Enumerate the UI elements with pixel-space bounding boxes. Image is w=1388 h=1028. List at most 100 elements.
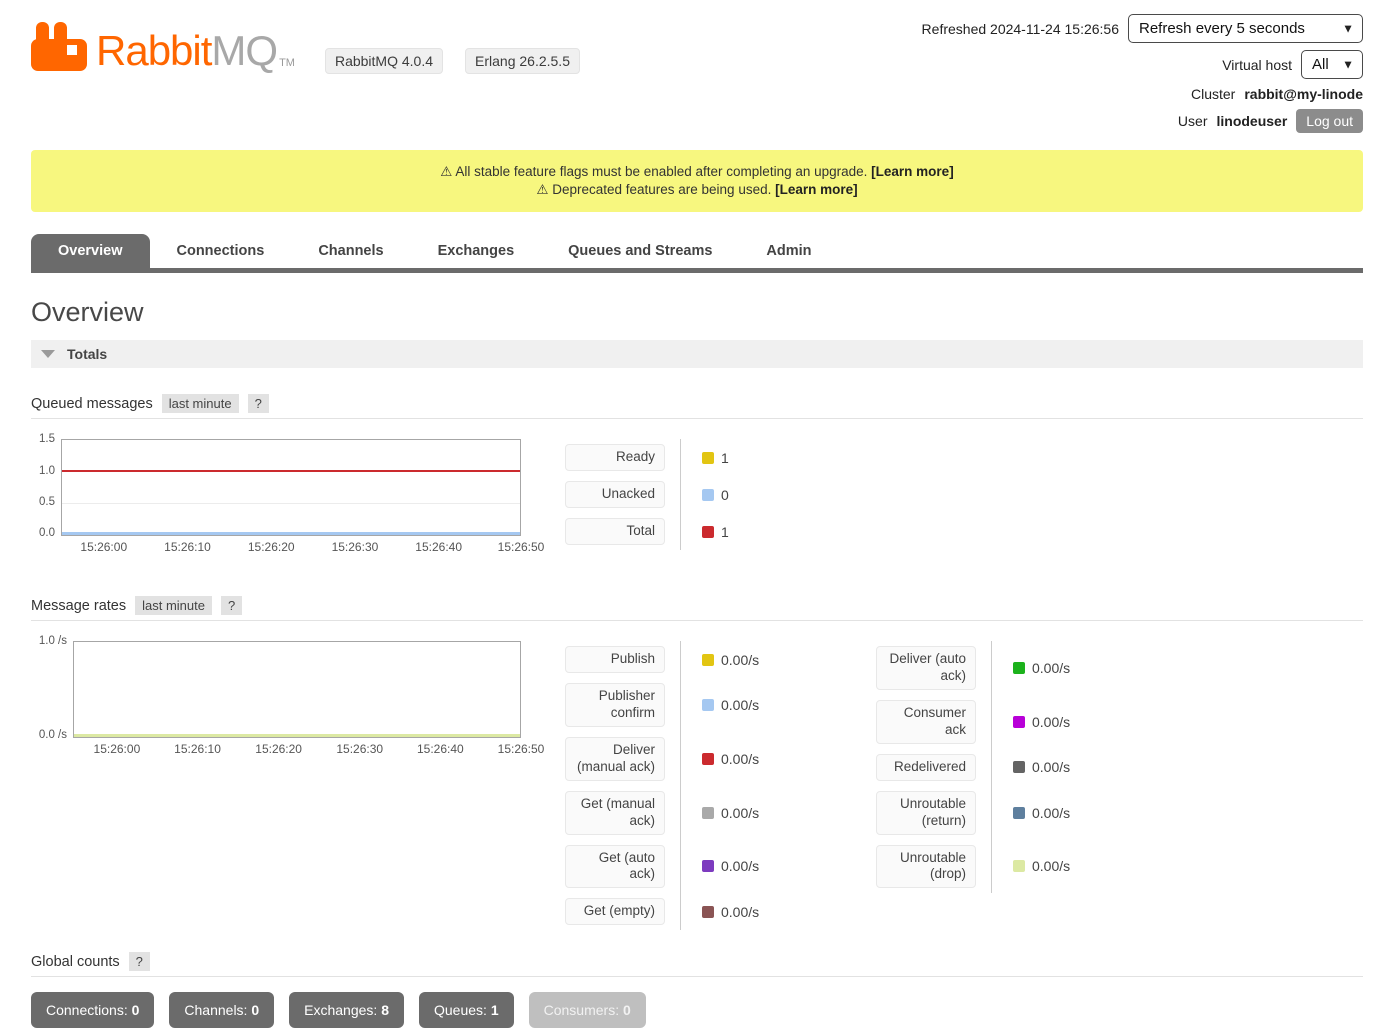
unroutable-drop-rate: 0.00/s	[1032, 858, 1070, 874]
legend-value-cell: 0.00/s	[680, 893, 776, 930]
legend-value-cell: 0	[680, 476, 776, 513]
tab-queues-and-streams[interactable]: Queues and Streams	[541, 234, 739, 268]
queued-chart-y-axis: 1.5 1.0 0.5 0.0	[31, 439, 61, 536]
header: RabbitMQ TM RabbitMQ 4.0.4 Erlang 26.2.5…	[31, 14, 1363, 140]
legend-label: Publish	[565, 646, 665, 673]
vhost-select[interactable]: All	[1301, 50, 1363, 79]
x-tick: 15:26:10	[174, 742, 221, 756]
legend-value-cell: 0.00/s	[680, 678, 776, 732]
rabbitmq-logo[interactable]: RabbitMQ TM	[31, 22, 295, 72]
tab-channels[interactable]: Channels	[291, 234, 410, 268]
global-counts-help-icon[interactable]: ?	[129, 952, 150, 971]
total-value: 1	[721, 524, 729, 540]
deprecated-learn-more-link[interactable]: [Learn more]	[775, 182, 858, 197]
x-tick: 15:26:00	[80, 540, 127, 554]
refresh-row: Refreshed 2024-11-24 15:26:56 Refresh ev…	[922, 14, 1363, 43]
x-tick: 15:26:20	[255, 742, 302, 756]
connections-count-label: Connections:	[46, 1002, 128, 1018]
redelivered-color-swatch	[1013, 761, 1025, 773]
legend-label: Get (manual ack)	[565, 791, 665, 835]
legend-label: Deliver (auto ack)	[876, 646, 976, 690]
consumers-count-button[interactable]: Consumers: 0	[529, 992, 646, 1028]
logout-button[interactable]: Log out	[1296, 109, 1363, 133]
legend-column-right: Deliver (auto ack) 0.00/s Consumer ack 0…	[876, 641, 1087, 930]
channels-count-label: Channels:	[184, 1002, 247, 1018]
legend-value-cell: 0.00/s	[680, 840, 776, 894]
totals-label: Totals	[67, 346, 107, 362]
legend-value-cell: 1	[680, 513, 776, 550]
brand-text-mq: MQ	[211, 27, 277, 74]
legend-label: Deliver (manual ack)	[565, 737, 665, 781]
global-counts-header: Global counts ?	[31, 952, 1363, 977]
consumers-count-value: 0	[623, 1002, 631, 1018]
tab-overview[interactable]: Overview	[31, 234, 150, 268]
ready-value: 1	[721, 450, 729, 466]
get-manual-rate: 0.00/s	[721, 805, 759, 821]
unacked-series-line	[62, 532, 520, 535]
x-tick: 15:26:40	[417, 742, 464, 756]
queued-range-badge[interactable]: last minute	[162, 394, 239, 413]
x-tick: 15:26:30	[336, 742, 383, 756]
y-tick: 1.0 /s	[39, 635, 67, 647]
version-badges: RabbitMQ 4.0.4 Erlang 26.2.5.5	[325, 48, 580, 74]
cluster-label: Cluster	[1191, 86, 1235, 102]
queued-messages-block: 1.5 1.0 0.5 0.0 15:26:00 15:26:10 15:26:…	[31, 439, 1363, 556]
legend-label: Get (auto ack)	[565, 845, 665, 889]
legend-column-left: Publish 0.00/s Publisher confirm 0.00/s …	[565, 641, 776, 930]
deliver-auto-rate: 0.00/s	[1032, 660, 1070, 676]
main-navigation: Overview Connections Channels Exchanges …	[31, 234, 1363, 273]
connections-count-button[interactable]: Connections: 0	[31, 992, 154, 1028]
unacked-value: 0	[721, 487, 729, 503]
publisher-confirm-rate: 0.00/s	[721, 697, 759, 713]
warning-banner: ⚠ All stable feature flags must be enabl…	[31, 150, 1363, 212]
rates-range-badge[interactable]: last minute	[135, 596, 212, 615]
y-tick: 1.0	[39, 465, 55, 477]
channels-count-button[interactable]: Channels: 0	[169, 992, 274, 1028]
x-tick: 15:26:30	[332, 540, 379, 554]
legend-column: Ready 1 Unacked 0 Total	[565, 439, 776, 550]
legend-value-cell: 0.00/s	[991, 695, 1087, 749]
vhost-select-wrap: All ▼	[1301, 50, 1363, 79]
queued-help-icon[interactable]: ?	[248, 394, 269, 413]
legend-label: Redelivered	[876, 754, 976, 781]
rabbit-icon	[31, 22, 88, 72]
vhost-row: Virtual host All ▼	[922, 50, 1363, 79]
feature-flags-learn-more-link[interactable]: [Learn more]	[871, 164, 954, 179]
legend-row-publisher-confirm: Publisher confirm 0.00/s	[565, 678, 776, 732]
message-rates-title: Message rates	[31, 598, 126, 614]
message-rates-legend: Publish 0.00/s Publisher confirm 0.00/s …	[565, 641, 1087, 930]
tab-admin[interactable]: Admin	[739, 234, 838, 268]
unacked-color-swatch	[702, 489, 714, 501]
total-color-swatch	[702, 526, 714, 538]
exchanges-count-button[interactable]: Exchanges: 8	[289, 992, 404, 1028]
legend-label: Get (empty)	[565, 898, 665, 925]
tab-exchanges[interactable]: Exchanges	[411, 234, 542, 268]
queued-messages-header: Queued messages last minute ?	[31, 394, 1363, 419]
queued-messages-title: Queued messages	[31, 396, 153, 412]
message-rates-header: Message rates last minute ?	[31, 596, 1363, 621]
tab-connections[interactable]: Connections	[150, 234, 292, 268]
legend-value-cell: 1	[680, 439, 776, 476]
refresh-interval-select[interactable]: Refresh every 5 seconds	[1128, 14, 1363, 43]
queued-messages-legend: Ready 1 Unacked 0 Total	[565, 439, 776, 550]
legend-label: Unroutable (return)	[876, 791, 976, 835]
gridline	[62, 503, 520, 504]
redelivered-rate: 0.00/s	[1032, 759, 1070, 775]
user-label: User	[1178, 113, 1208, 129]
rates-help-icon[interactable]: ?	[221, 596, 242, 615]
rates-chart-plot	[73, 641, 521, 738]
legend-value-cell: 0.00/s	[680, 732, 776, 786]
refreshed-timestamp: Refreshed 2024-11-24 15:26:56	[922, 21, 1119, 37]
y-tick: 0.0	[39, 527, 55, 539]
erlang-version-badge: Erlang 26.2.5.5	[465, 48, 580, 74]
queued-messages-chart: 1.5 1.0 0.5 0.0 15:26:00 15:26:10 15:26:…	[31, 439, 523, 556]
queues-count-button[interactable]: Queues: 1	[419, 992, 514, 1028]
exchanges-count-label: Exchanges:	[304, 1002, 377, 1018]
publish-color-swatch	[702, 654, 714, 666]
brand-text: RabbitMQ	[96, 30, 277, 72]
tab-underline-bar	[31, 268, 1363, 273]
status-area: Refreshed 2024-11-24 15:26:56 Refresh ev…	[922, 14, 1363, 140]
totals-section-toggle[interactable]: Totals	[31, 340, 1363, 368]
trademark-label: TM	[279, 58, 295, 72]
message-rates-chart: 1.0 /s 0.0 /s 15:26:00 15:26:10 15:26:20…	[31, 641, 523, 758]
